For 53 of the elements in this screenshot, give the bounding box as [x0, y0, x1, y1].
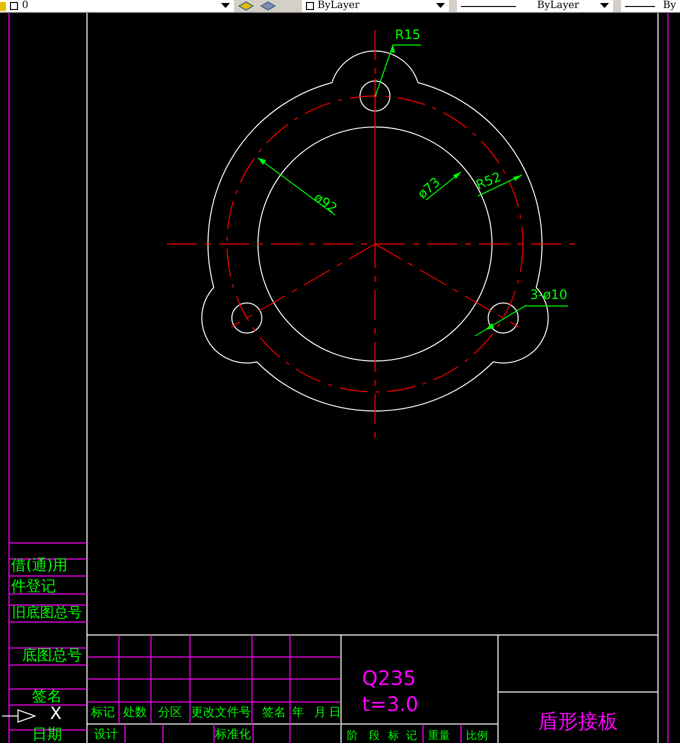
table-header: 签名 — [262, 706, 286, 718]
lineweight-value: By — [662, 1, 676, 11]
part-name: 盾形接板 — [538, 711, 618, 731]
lineweight-dropdown[interactable]: By — [620, 0, 680, 12]
layer-dropdown[interactable]: 0 — [0, 0, 234, 12]
table-header: 标记 — [91, 706, 115, 718]
table-label: 记 — [406, 730, 417, 741]
title-block-label: 旧底图总号 — [12, 606, 82, 620]
dimension-leader — [374, 44, 422, 98]
color-dropdown[interactable]: ByLayer — [302, 0, 450, 12]
table-label: 段 — [369, 730, 380, 741]
table-label: 标 — [388, 730, 399, 741]
title-block-label: 件登记 — [11, 579, 56, 594]
dimension-text: R15 — [395, 29, 421, 42]
table-label: 比例 — [466, 730, 488, 741]
dropdown-caret-icon[interactable] — [220, 3, 230, 9]
ucs-axis-label: X — [50, 706, 62, 723]
linetype-dropdown[interactable]: ByLayer — [457, 0, 613, 12]
table-header: 更改文件号 — [191, 706, 251, 718]
dropdown-caret-icon[interactable] — [600, 3, 609, 9]
linetype-value: ByLayer — [536, 1, 580, 11]
bolt-hole — [360, 80, 390, 112]
table-label: 阶 — [347, 730, 358, 741]
table-header: 月 — [314, 706, 326, 718]
title-block-label: 借(通)用 — [11, 558, 68, 573]
bolt-hole — [231, 302, 262, 334]
dropdown-caret-icon[interactable] — [436, 3, 446, 9]
title-block-label: 底图总号 — [22, 648, 82, 663]
table-header: 处数 — [123, 706, 147, 718]
dimension-text: ø73 — [416, 176, 443, 202]
table-header: 日 — [329, 706, 341, 718]
table-header: 年 — [292, 706, 304, 718]
square-icon — [10, 2, 18, 10]
table-header: 分区 — [158, 706, 182, 718]
square-icon — [306, 2, 314, 10]
layers-icon[interactable] — [238, 0, 254, 12]
title-block-label: 日期 — [32, 727, 62, 742]
layer-name: 0 — [22, 1, 30, 11]
bolt-hole — [488, 302, 519, 334]
line-sample-icon — [624, 4, 655, 8]
title-block-label: 签名 — [32, 689, 62, 704]
color-value: ByLayer — [318, 1, 360, 11]
dimension-text: R52 — [474, 170, 504, 193]
dimension-leader — [478, 174, 522, 196]
lightbulb-icon — [0, 2, 6, 10]
line-sample-icon — [461, 4, 516, 8]
material-text: Q235 — [362, 668, 416, 688]
layers-icon[interactable] — [260, 0, 276, 12]
ucs-arrow-icon — [2, 709, 36, 723]
table-label: 设计 — [94, 728, 118, 740]
material-text: t=3.0 — [362, 694, 418, 714]
table-label: 重量 — [428, 730, 450, 741]
table-label: 标准化 — [215, 728, 251, 740]
